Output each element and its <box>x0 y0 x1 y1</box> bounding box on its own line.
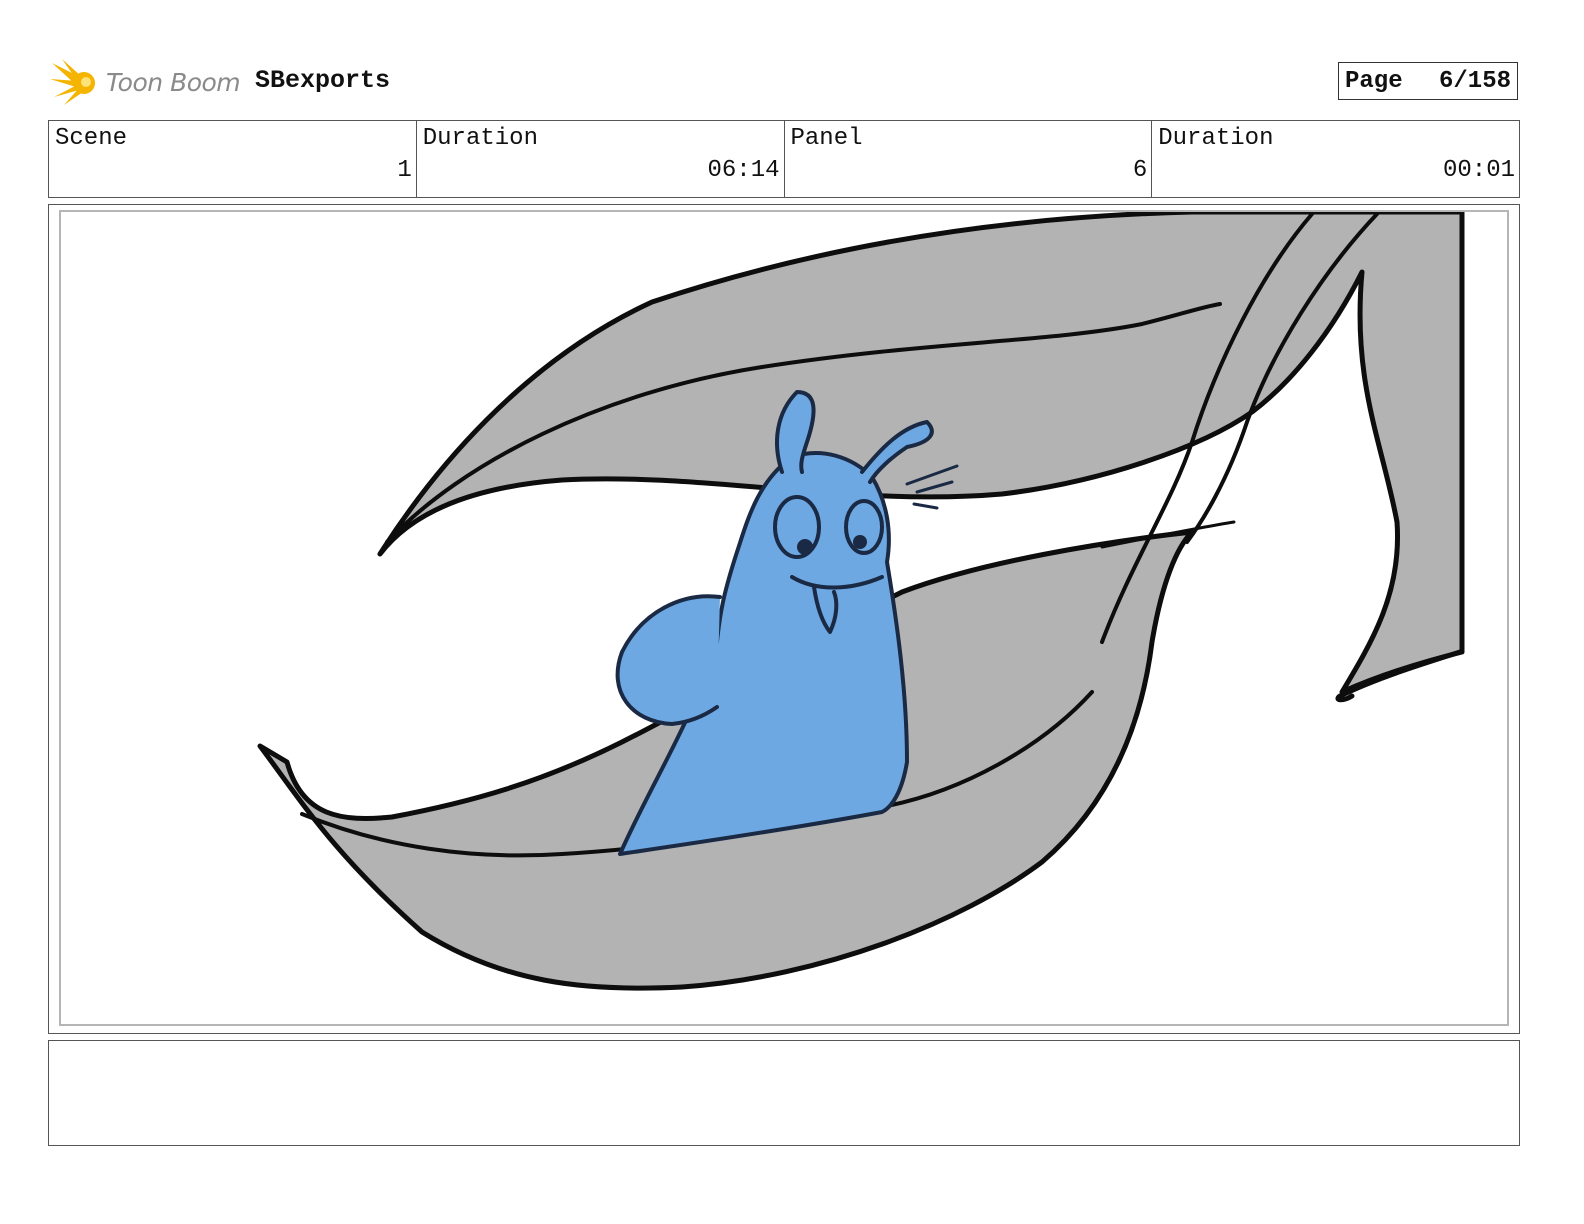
project-name: SBexports <box>255 66 391 95</box>
starburst-logo-icon <box>50 59 95 105</box>
panel-value: 6 <box>1132 157 1148 184</box>
panel-drawing <box>257 212 1465 991</box>
character-arm <box>615 594 722 726</box>
page-header: Toon Boom SBexports Page 6/158 <box>50 52 1530 108</box>
logo-wordmark: Toon Boom <box>106 67 241 97</box>
panel-duration-label: Duration <box>1158 125 1274 152</box>
storyboard-panel-image <box>59 210 1509 1026</box>
scene-label: Scene <box>55 125 128 152</box>
page-indicator: Page 6/158 <box>1338 62 1518 100</box>
panel-label: Panel <box>790 125 863 152</box>
character-pupil-left <box>797 539 813 555</box>
scene-cell: Scene 1 <box>49 121 417 197</box>
scene-duration-cell: Duration 06:14 <box>417 121 785 197</box>
scene-value: 1 <box>397 157 412 184</box>
panel-duration-cell: Duration 00:01 <box>1152 121 1519 197</box>
toon-boom-logo: Toon Boom <box>50 56 241 108</box>
panel-cell: Panel 6 <box>785 121 1153 197</box>
character-pupil-right <box>853 535 867 549</box>
panel-notes-area <box>48 1040 1520 1146</box>
page-label: Page <box>1345 67 1403 95</box>
panel-info-row: Scene 1 Duration 06:14 Panel 6 Duration … <box>48 120 1520 198</box>
scene-duration-value: 06:14 <box>707 157 780 184</box>
page-number: 6/158 <box>1438 67 1511 95</box>
panel-duration-value: 00:01 <box>1442 157 1515 184</box>
scene-duration-label: Duration <box>422 125 538 152</box>
